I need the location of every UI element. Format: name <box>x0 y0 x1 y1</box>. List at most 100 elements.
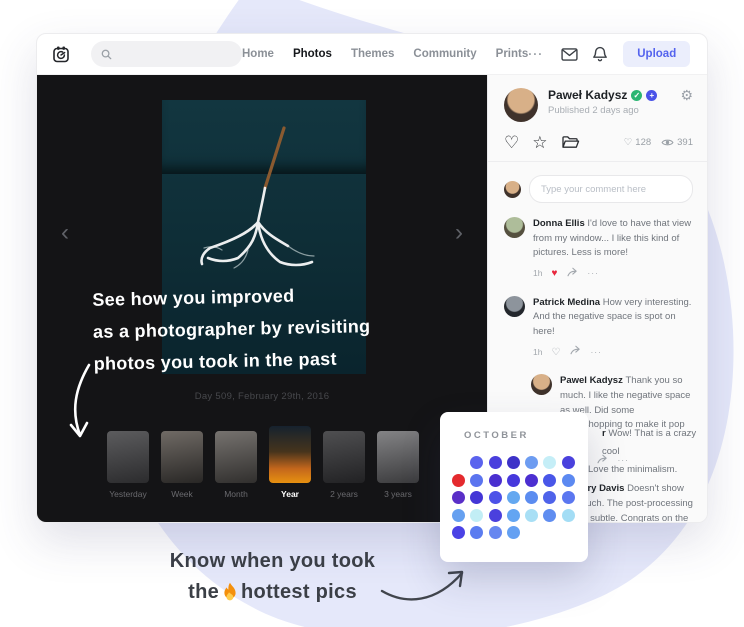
partially-hidden-comment: r Wow! That is a crazy cool Love the min… <box>588 425 707 479</box>
thumbnail-label: Month <box>215 489 257 499</box>
collection-folder-icon[interactable] <box>561 135 580 150</box>
day-dot[interactable] <box>489 526 502 539</box>
comment-avatar[interactable] <box>531 374 552 395</box>
thumbnail-image[interactable] <box>215 431 257 483</box>
nav-item-community[interactable]: Community <box>413 48 476 60</box>
primary-nav: Home Photos Themes Community Prints <box>242 48 528 60</box>
plus-badge-icon: + <box>646 90 657 101</box>
day-dot[interactable] <box>489 456 502 469</box>
page: { "colors":{ "blob":"#e5e8fa","accent":"… <box>0 0 744 627</box>
comment-author[interactable]: Pawel Kadysz <box>560 375 625 386</box>
comment-avatar[interactable] <box>504 296 525 317</box>
thumbnail-image[interactable] <box>269 426 311 483</box>
comment-time: 1h <box>533 346 542 359</box>
marketing-note-hottest: Know when you took the hottest pics <box>160 546 385 608</box>
day-dot[interactable] <box>470 509 483 522</box>
day-dot[interactable] <box>489 474 502 487</box>
comment-like-icon[interactable]: ♥ <box>551 266 557 282</box>
comment-time: 1h <box>533 267 542 280</box>
day-dot[interactable] <box>470 474 483 487</box>
notifications-bell-icon[interactable] <box>593 46 607 62</box>
comment-like-icon[interactable]: ♡ <box>551 345 560 361</box>
top-navigation-bar: Home Photos Themes Community Prints ··· Uplo… <box>37 34 707 75</box>
thumbnail-week[interactable]: Week <box>161 431 203 499</box>
day-dot[interactable] <box>452 509 465 522</box>
day-dot[interactable] <box>543 456 556 469</box>
next-photo-button[interactable]: › <box>455 221 463 245</box>
heart-count-icon: ♡ <box>624 137 633 148</box>
thumbnail-label: 2 years <box>323 489 365 499</box>
more-menu[interactable]: ··· <box>528 47 543 61</box>
day-dot[interactable] <box>543 509 556 522</box>
thumbnail-image[interactable] <box>107 431 149 483</box>
day-dot[interactable] <box>562 474 575 487</box>
day-dot[interactable] <box>452 474 465 487</box>
day-dot[interactable] <box>489 491 502 504</box>
topbar-icons <box>561 46 607 62</box>
comment: Donna Ellis I'd love to have that view f… <box>504 217 693 282</box>
nav-item-themes[interactable]: Themes <box>351 48 394 60</box>
tookapic-logo[interactable] <box>51 44 71 64</box>
comment-avatar[interactable] <box>504 217 525 238</box>
messages-icon[interactable] <box>561 48 578 61</box>
verified-badge-icon: ✓ <box>631 90 642 101</box>
photo-viewer: ‹ › Day 509, February 29th, 2016 See how… <box>37 75 487 523</box>
thumbnail-image[interactable] <box>377 431 419 483</box>
day-dot[interactable] <box>525 491 538 504</box>
upload-button[interactable]: Upload <box>623 41 690 67</box>
day-dot[interactable] <box>525 474 538 487</box>
day-dot[interactable] <box>562 456 575 469</box>
day-dot[interactable] <box>525 456 538 469</box>
thumbnail-month[interactable]: Month <box>215 431 257 499</box>
nav-item-home[interactable]: Home <box>242 48 274 60</box>
gear-icon[interactable]: ⚙ <box>680 88 693 102</box>
previous-photo-button[interactable]: ‹ <box>61 221 69 245</box>
day-dot[interactable] <box>562 491 575 504</box>
day-dot[interactable] <box>470 526 483 539</box>
comment-author[interactable]: Donna Ellis <box>533 218 587 229</box>
commenter-avatar <box>504 181 521 198</box>
day-dot[interactable] <box>543 491 556 504</box>
day-dot[interactable] <box>452 491 465 504</box>
day-dot[interactable] <box>452 526 465 539</box>
day-dot[interactable] <box>489 509 502 522</box>
likes-count: ♡ 128 <box>624 137 651 148</box>
comment-input[interactable] <box>529 175 693 203</box>
thumbnail-2-years[interactable]: 2 years <box>323 431 365 499</box>
day-dot[interactable] <box>507 491 520 504</box>
author-avatar[interactable] <box>504 88 538 122</box>
day-dot[interactable] <box>507 509 520 522</box>
curved-arrow-down-icon <box>63 361 109 445</box>
thumbnail-year[interactable]: Year <box>269 426 311 499</box>
thumbnail-3-years[interactable]: 3 years <box>377 431 419 499</box>
thumbnail-image[interactable] <box>161 431 203 483</box>
day-dot[interactable] <box>470 456 483 469</box>
thumbnail-image[interactable] <box>323 431 365 483</box>
calendar-dot-grid <box>452 456 588 539</box>
comment-more-icon[interactable]: ··· <box>590 346 602 359</box>
curved-arrow-right-icon <box>378 565 470 607</box>
thumbnail-label: 3 years <box>377 489 419 499</box>
window-content: ‹ › Day 509, February 29th, 2016 See how… <box>37 75 707 523</box>
comment-more-icon[interactable]: ··· <box>587 267 599 280</box>
reply-icon[interactable] <box>566 267 578 277</box>
nav-item-prints[interactable]: Prints <box>496 48 529 60</box>
nav-item-photos[interactable]: Photos <box>293 48 332 60</box>
like-heart-icon[interactable]: ♡ <box>504 134 519 151</box>
comment-author[interactable]: Patrick Medina <box>533 297 603 308</box>
favorite-star-icon[interactable]: ☆ <box>532 134 547 151</box>
day-dot[interactable] <box>562 509 575 522</box>
day-dot[interactable] <box>543 474 556 487</box>
thumbnail-yesterday[interactable]: Yesterday <box>107 431 149 499</box>
reply-icon[interactable] <box>569 345 581 355</box>
day-dot[interactable] <box>470 491 483 504</box>
day-dot[interactable] <box>507 456 520 469</box>
day-dot[interactable] <box>507 474 520 487</box>
day-dot[interactable] <box>525 509 538 522</box>
search-input[interactable] <box>118 48 232 61</box>
comment: Patrick Medina How very interesting. And… <box>504 296 693 361</box>
author-name[interactable]: Paweł Kadysz <box>548 88 627 102</box>
calendar-month-title: OCTOBER <box>464 430 588 441</box>
day-dot[interactable] <box>507 526 520 539</box>
search-bar[interactable] <box>91 41 242 67</box>
